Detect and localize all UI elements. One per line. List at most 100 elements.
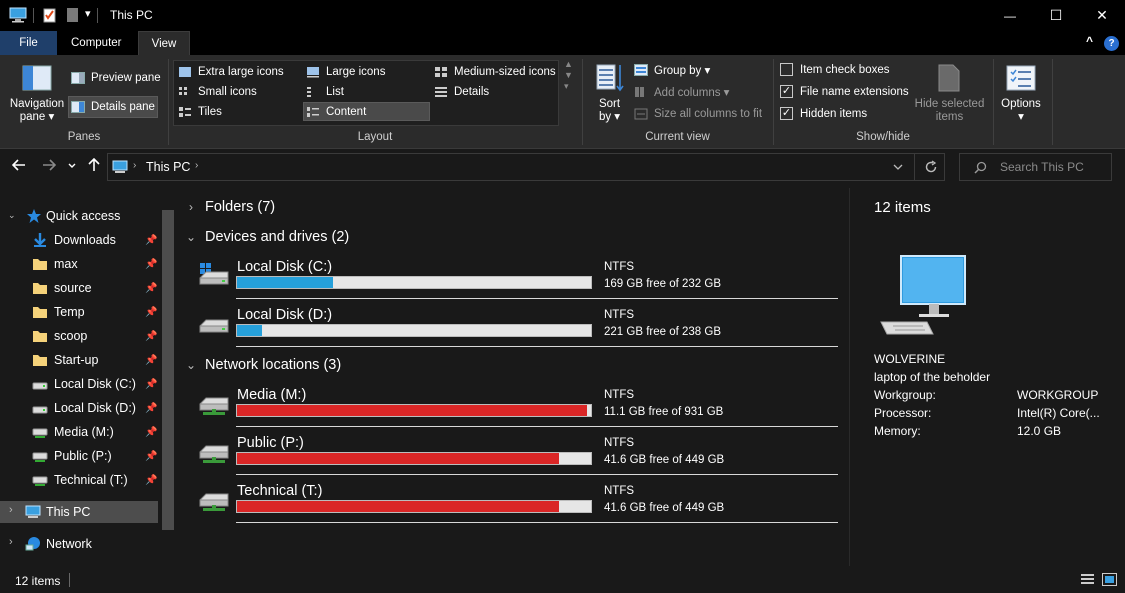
size-columns-button[interactable]: Size all columns to fit <box>634 104 762 123</box>
drive-item[interactable]: Local Disk (D:) NTFS 221 GB free of 238 GB <box>180 302 840 348</box>
group-header-folders[interactable]: › Folders (7) <box>184 199 275 215</box>
layout-tiles[interactable]: Tiles <box>178 102 222 121</box>
size-columns-label: Size all columns to fit <box>654 107 763 120</box>
chevron-down-icon[interactable]: ⌄ <box>184 358 198 372</box>
item-check-boxes-checkbox[interactable] <box>780 63 793 76</box>
sort-by-button[interactable]: Sort by ▾ <box>593 98 626 124</box>
address-bar[interactable]: › This PC › <box>107 153 945 181</box>
sidebar-item[interactable]: source 📌 <box>0 277 158 299</box>
drive-filesystem: NTFS <box>604 485 635 497</box>
sidebar-item-network[interactable]: › Network <box>0 533 158 555</box>
network-drive-icon <box>32 428 48 438</box>
details-pane-button[interactable]: Details pane <box>71 97 155 116</box>
detail-value: Intel(R) Core(... <box>1017 406 1100 420</box>
detail-label: Workgroup: <box>874 388 936 402</box>
sidebar-item[interactable]: max 📌 <box>0 253 158 275</box>
preview-pane-button[interactable]: Preview pane <box>71 68 161 87</box>
navigation-scrollbar-thumb[interactable] <box>162 210 174 530</box>
sidebar-item[interactable]: Temp 📌 <box>0 301 158 323</box>
chevron-down-icon[interactable]: ⌄ <box>184 230 198 244</box>
detail-label: Memory: <box>874 424 921 438</box>
status-bar: 12 items <box>0 568 1125 593</box>
search-placeholder: Search This PC <box>1000 160 1084 174</box>
layout-details[interactable]: Details <box>434 82 489 101</box>
help-button[interactable]: ? <box>1104 36 1119 51</box>
breadcrumb-this-pc[interactable]: This PC <box>146 160 190 174</box>
large-icons-view-icon[interactable] <box>1102 573 1117 586</box>
refresh-icon[interactable] <box>924 160 938 174</box>
add-columns-button[interactable]: Add columns ▾ <box>634 82 729 101</box>
sidebar-item[interactable]: Technical (T:) 📌 <box>0 469 158 491</box>
group-by-label: Group by ▾ <box>654 64 711 77</box>
close-button[interactable]: ✕ <box>1079 0 1125 31</box>
sidebar-item[interactable]: Downloads 📌 <box>0 229 158 251</box>
breadcrumb-separator[interactable]: › <box>133 160 136 171</box>
minimize-button[interactable]: — <box>987 0 1033 31</box>
hidden-items-toggle[interactable]: ✓ Hidden items <box>780 104 867 123</box>
collapse-ribbon-button[interactable]: ^ <box>1086 34 1093 48</box>
layout-small-icons[interactable]: Small icons <box>178 82 257 101</box>
sidebar-item-quick-access[interactable]: ⌄ Quick access <box>0 205 158 227</box>
group-header-network[interactable]: ⌄ Network locations (3) <box>184 357 341 373</box>
properties-icon[interactable] <box>41 7 59 23</box>
tab-file[interactable]: File <box>0 31 57 55</box>
group-header-label: Folders (7) <box>205 199 276 215</box>
layout-list[interactable]: List <box>306 82 344 101</box>
chevron-right-icon[interactable]: › <box>184 200 198 214</box>
maximize-button[interactable]: ☐ <box>1033 0 1079 31</box>
file-name-extensions-checkbox[interactable]: ✓ <box>780 85 793 98</box>
sort-by-arrow: by ▾ <box>598 111 621 123</box>
options-button[interactable]: Options ▾ <box>997 98 1045 124</box>
navigation-pane-button[interactable]: Navigation pane ▾ <box>6 98 68 124</box>
drive-free-space: 169 GB free of 232 GB <box>604 278 721 290</box>
details-view-icon[interactable] <box>1080 573 1095 586</box>
group-header-devices[interactable]: ⌄ Devices and drives (2) <box>184 229 349 245</box>
chevron-right-icon[interactable]: › <box>9 504 13 516</box>
navigation-pane: ⌄ Quick access Downloads 📌 max 📌 source 📌 Temp… <box>0 196 176 566</box>
search-box[interactable]: Search This PC <box>959 153 1112 181</box>
sidebar-item-this-pc[interactable]: › This PC <box>0 501 158 523</box>
breadcrumb-separator[interactable]: › <box>195 160 198 171</box>
layout-medium-icons[interactable]: Medium-sized icons <box>434 62 556 81</box>
tab-view[interactable]: View <box>138 31 190 55</box>
back-button[interactable] <box>11 158 26 177</box>
sidebar-item[interactable]: Local Disk (D:) 📌 <box>0 397 158 419</box>
hidden-items-checkbox[interactable]: ✓ <box>780 107 793 120</box>
chevron-right-icon[interactable]: › <box>9 536 13 548</box>
sidebar-item[interactable]: Public (P:) 📌 <box>0 445 158 467</box>
group-by-button[interactable]: Group by ▾ <box>634 60 710 79</box>
network-drive-item[interactable]: Public (P:) NTFS 41.6 GB free of 449 GB <box>180 430 840 476</box>
up-button[interactable] <box>87 157 101 177</box>
hide-selected-items-button[interactable]: Hide selected items <box>911 98 988 124</box>
layout-large-icons[interactable]: Large icons <box>306 62 385 81</box>
forward-button[interactable] <box>42 158 57 177</box>
pin-icon: 📌 <box>145 306 158 318</box>
layout-gallery-scroll[interactable]: ▲ ▼ ▾ <box>564 59 573 92</box>
quick-access-toolbar-dropdown[interactable]: ▾ <box>85 7 91 20</box>
network-drive-item[interactable]: Media (M:) NTFS 11.1 GB free of 931 GB <box>180 382 840 428</box>
network-drive-item[interactable]: Technical (T:) NTFS 41.6 GB free of 449 GB <box>180 478 840 524</box>
layout-extra-large-icons[interactable]: Extra large icons <box>178 62 284 81</box>
tab-computer[interactable]: Computer <box>59 31 134 55</box>
item-check-boxes-toggle[interactable]: Item check boxes <box>780 60 889 79</box>
new-folder-icon[interactable] <box>64 7 82 23</box>
chevron-down-icon[interactable]: ⌄ <box>8 210 16 221</box>
title-bar: ▾ This PC — ☐ ✕ <box>0 0 1125 31</box>
sidebar-item-label: Start-up <box>54 353 99 367</box>
detail-value: WORKGROUP <box>1017 388 1099 402</box>
details-icon <box>435 86 447 97</box>
drive-name: Local Disk (D:) <box>237 307 333 323</box>
sidebar-item[interactable]: scoop 📌 <box>0 325 158 347</box>
recent-locations-button[interactable] <box>68 161 76 172</box>
address-dropdown-icon[interactable] <box>893 164 903 171</box>
file-name-extensions-toggle[interactable]: ✓ File name extensions <box>780 82 909 101</box>
drive-free-space: 41.6 GB free of 449 GB <box>604 502 725 514</box>
sidebar-item[interactable]: Start-up 📌 <box>0 349 158 371</box>
sort-by-icon <box>596 64 624 92</box>
drive-usage-bar <box>236 404 592 417</box>
sidebar-item[interactable]: Local Disk (C:) 📌 <box>0 373 158 395</box>
layout-content[interactable]: Content <box>306 102 366 121</box>
sidebar-item[interactable]: Media (M:) 📌 <box>0 421 158 443</box>
details-pane-label: Details pane <box>91 100 155 113</box>
drive-item[interactable]: Local Disk (C:) NTFS 169 GB free of 232 GB <box>180 254 840 300</box>
